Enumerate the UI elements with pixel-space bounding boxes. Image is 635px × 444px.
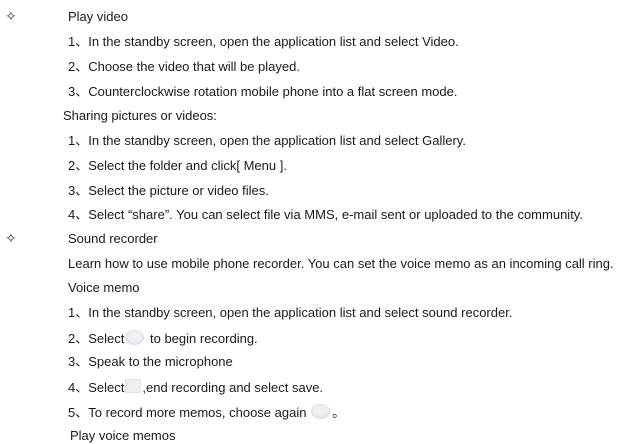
sharing-step-3: 3、Select the picture or video files. [68, 183, 269, 198]
play-video-step-2: 2、Choose the video that will be played. [68, 59, 300, 74]
voice-memo-step-1: 1、In the standby screen, open the applic… [68, 305, 513, 320]
voice-memo-step-3: 3、Speak to the microphone [68, 354, 233, 369]
record-button-icon [311, 404, 331, 419]
diamond-bullet-icon: ✧ [5, 9, 17, 25]
play-video-step-3: 3、Counterclockwise rotation mobile phone… [68, 84, 458, 99]
document-page: ✧ Play video 1、In the standby screen, op… [0, 0, 635, 443]
voice-memo-step-2: 2、Select to begin recording. [68, 330, 258, 347]
voice-memo-step-2-text-end: to begin recording. [146, 331, 258, 346]
voice-memo-step-5: 5、To record more memos, choose again 。 [68, 404, 345, 421]
play-video-step-1: 1、In the standby screen, open the applic… [68, 34, 459, 49]
diamond-bullet-icon: ✧ [5, 231, 17, 247]
sharing-step-4: 4、Select “share”. You can select file vi… [68, 207, 583, 222]
subheading-play-voice-memos: Play voice memos [70, 428, 176, 443]
subheading-voice-memo: Voice memo [68, 280, 140, 295]
section-heading-sharing: Sharing pictures or videos: [63, 108, 217, 123]
sound-recorder-intro: Learn how to use mobile phone recorder. … [68, 256, 614, 271]
voice-memo-step-5-text-start: 5、To record more memos, choose again [68, 405, 311, 420]
voice-memo-step-4: 4、Select ,end recording and select save. [68, 379, 323, 396]
sharing-step-1: 1、In the standby screen, open the applic… [68, 133, 466, 148]
voice-memo-step-5-text-end: 。 [332, 405, 346, 420]
section-heading-sound-recorder: Sound recorder [68, 231, 158, 246]
sharing-step-2: 2、Select the folder and click[ Menu ]. [68, 158, 287, 173]
voice-memo-step-4-text-end: ,end recording and select save. [142, 380, 324, 395]
voice-memo-step-4-text-start: 4、Select [68, 380, 125, 395]
record-button-icon [125, 330, 145, 345]
stop-button-icon [125, 379, 142, 393]
voice-memo-step-2-text-start: 2、Select [68, 331, 125, 346]
section-heading-play-video: Play video [68, 9, 128, 24]
